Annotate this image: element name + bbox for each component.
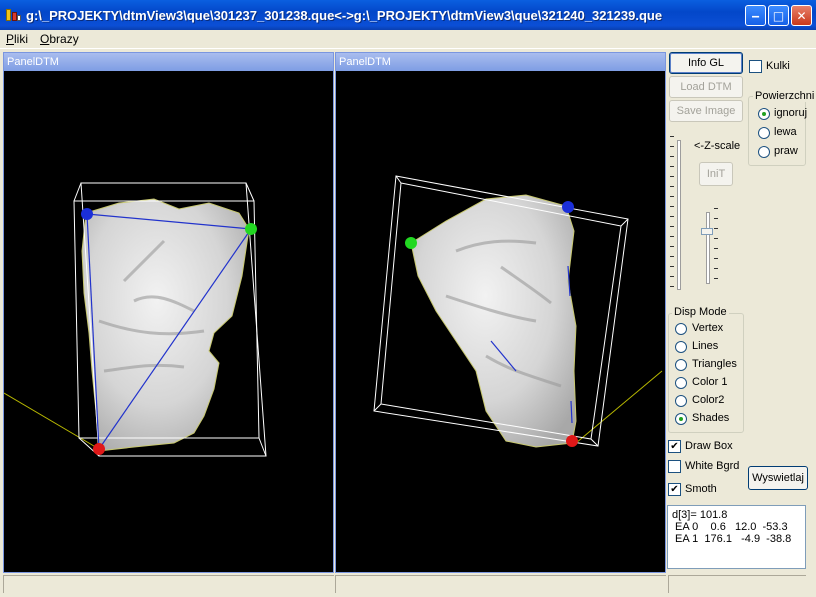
window-title: g:\_PROJEKTY\dtmView3\que\301237_301238.… <box>26 7 663 23</box>
status-panel-info <box>668 575 806 593</box>
radio-lines[interactable] <box>675 341 687 353</box>
radio-triangles[interactable] <box>675 359 687 371</box>
draw-box-label: Draw Box <box>685 440 733 452</box>
radio-color2-label: Color2 <box>692 394 725 406</box>
load-dtm-button[interactable]: Load DTM <box>669 76 743 98</box>
dtm-viewport-left[interactable] <box>4 71 333 572</box>
radio-ignoruj-label: ignoruj <box>774 107 808 119</box>
axis-line <box>575 370 663 444</box>
panel-dtm-right[interactable]: PanelDTM <box>335 52 666 573</box>
axis-line <box>4 392 100 450</box>
radio-shades[interactable] <box>675 413 687 425</box>
radio-lines-label: Lines <box>692 340 719 352</box>
z-scale-ticks <box>670 136 674 296</box>
radio-triangles-label: Triangles <box>692 358 737 370</box>
init-button[interactable]: IniT <box>699 162 733 186</box>
marker-green[interactable] <box>405 237 417 249</box>
radio-vertex[interactable] <box>675 323 687 335</box>
z-scale-slider[interactable] <box>670 136 690 296</box>
info-line-3: EA 1 176.1 -4.9 -38.8 <box>672 533 792 545</box>
close-button[interactable]: ✕ <box>791 5 812 26</box>
radio-praw-label: praw <box>774 145 798 157</box>
panel-title: PanelDTM <box>336 53 665 71</box>
smoth-label: Smoth <box>685 483 717 495</box>
marker-blue[interactable] <box>81 208 93 220</box>
menu-pliki[interactable]: Pliki <box>0 32 34 46</box>
info-textbox[interactable]: d[3]= 101.8 EA 0 0.6 12.0 -53.3 EA 1 176… <box>667 505 806 569</box>
z-scale-label: <-Z-scale <box>694 140 741 152</box>
info-line-1: d[3]= 101.8 <box>672 509 728 521</box>
maximize-button[interactable]: □ <box>768 5 789 26</box>
surface-mesh <box>410 194 577 448</box>
minimize-button[interactable]: ‒ <box>745 5 766 26</box>
disp-mode-title: Disp Mode <box>672 306 729 318</box>
radio-praw[interactable] <box>758 146 770 158</box>
menu-obrazy[interactable]: Obrazy <box>34 32 85 46</box>
secondary-slider-ticks <box>714 208 718 288</box>
smoth-checkbox[interactable]: ✔ <box>668 483 681 496</box>
radio-color1[interactable] <box>675 377 687 389</box>
marker-green[interactable] <box>245 223 257 235</box>
info-line-2: EA 0 0.6 12.0 -53.3 <box>672 521 788 533</box>
marker-blue[interactable] <box>562 201 574 213</box>
status-panel-left <box>3 575 334 593</box>
status-panel-right <box>335 575 666 593</box>
wyswietlaj-button[interactable]: Wyswietlaj <box>748 466 808 490</box>
marker-red[interactable] <box>93 443 105 455</box>
radio-color1-label: Color 1 <box>692 376 728 388</box>
powierzchnia-title: Powierzchni <box>753 90 816 102</box>
info-gl-button[interactable]: Info GL <box>669 52 743 74</box>
secondary-slider-track <box>706 212 710 284</box>
menu-bar: Pliki Obrazy <box>0 30 816 49</box>
draw-box-checkbox[interactable]: ✔ <box>668 440 681 453</box>
z-scale-track <box>677 140 681 290</box>
save-image-button[interactable]: Save Image <box>669 100 743 122</box>
radio-lewa-label: lewa <box>774 126 797 138</box>
panel-dtm-left[interactable]: PanelDTM <box>3 52 334 573</box>
kulki-label: Kulki <box>766 60 790 72</box>
white-bgrd-label: White Bgrd <box>685 460 740 472</box>
radio-ignoruj[interactable] <box>758 108 770 120</box>
white-bgrd-checkbox[interactable] <box>668 460 681 473</box>
panel-title: PanelDTM <box>4 53 333 71</box>
title-bar: g:\_PROJEKTY\dtmView3\que\301237_301238.… <box>0 0 816 30</box>
radio-vertex-label: Vertex <box>692 322 724 334</box>
kulki-checkbox[interactable] <box>749 60 762 73</box>
secondary-slider[interactable] <box>700 208 720 288</box>
secondary-slider-thumb[interactable] <box>701 228 713 235</box>
marker-red[interactable] <box>566 435 578 447</box>
radio-color2[interactable] <box>675 395 687 407</box>
app-icon[interactable] <box>5 7 21 23</box>
radio-shades-label: Shades <box>692 412 730 424</box>
dtm-viewport-right[interactable] <box>336 71 665 572</box>
radio-lewa[interactable] <box>758 127 770 139</box>
